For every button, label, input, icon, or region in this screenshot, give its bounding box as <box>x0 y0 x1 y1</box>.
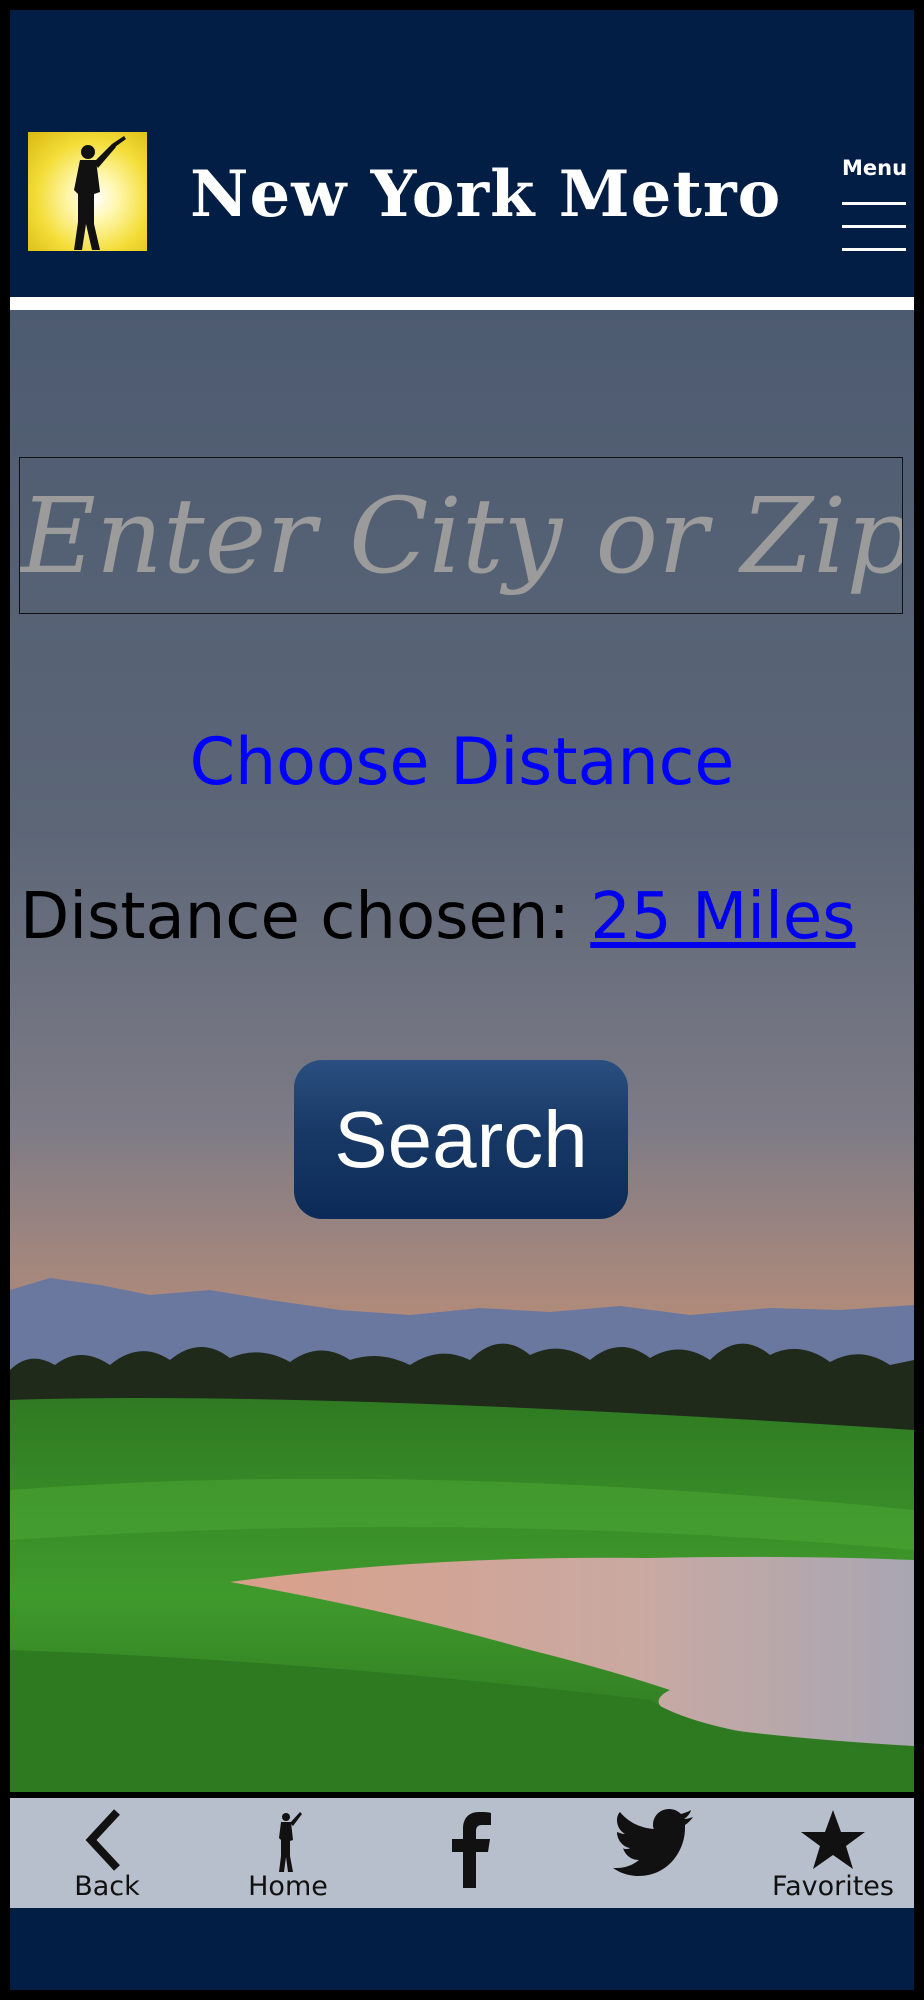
nav-home-label: Home <box>248 1871 328 1902</box>
chevron-left-icon <box>85 1809 120 1871</box>
hamburger-icon <box>842 202 906 271</box>
bottom-bar <box>10 1908 914 1990</box>
nav-twitter[interactable] <box>587 1808 717 1908</box>
distance-chosen-row: Distance chosen: 25 Miles <box>20 880 856 954</box>
nav-back-label: Back <box>74 1871 140 1902</box>
nav-facebook[interactable] <box>406 1808 536 1908</box>
star-icon <box>801 1810 865 1869</box>
city-zip-input[interactable] <box>19 457 903 614</box>
nav-favorites[interactable]: Favorites <box>768 1808 898 1908</box>
page-title: New York Metro <box>190 157 782 232</box>
choose-distance-button[interactable]: Choose Distance <box>10 725 914 800</box>
nav-home[interactable]: Home <box>223 1808 353 1908</box>
header-divider <box>10 297 914 310</box>
nav-favorites-label: Favorites <box>772 1871 894 1902</box>
facebook-icon <box>452 1812 491 1888</box>
twitter-icon <box>613 1809 693 1876</box>
golfer-icon <box>279 1812 302 1872</box>
distance-value-link[interactable]: 25 Miles <box>590 880 855 954</box>
app-frame: New York Metro Menu Choose Distance Dist… <box>10 10 914 1990</box>
nav-back[interactable]: Back <box>42 1808 172 1908</box>
distance-chosen-label: Distance chosen: <box>20 880 570 954</box>
bottom-nav: Back Home Favorites <box>10 1792 914 1908</box>
app-header: New York Metro Menu <box>10 10 914 297</box>
search-button[interactable]: Search <box>294 1060 628 1219</box>
golfer-logo-icon <box>28 132 147 251</box>
menu-label: Menu <box>842 156 908 180</box>
menu-button[interactable]: Menu <box>842 156 908 266</box>
